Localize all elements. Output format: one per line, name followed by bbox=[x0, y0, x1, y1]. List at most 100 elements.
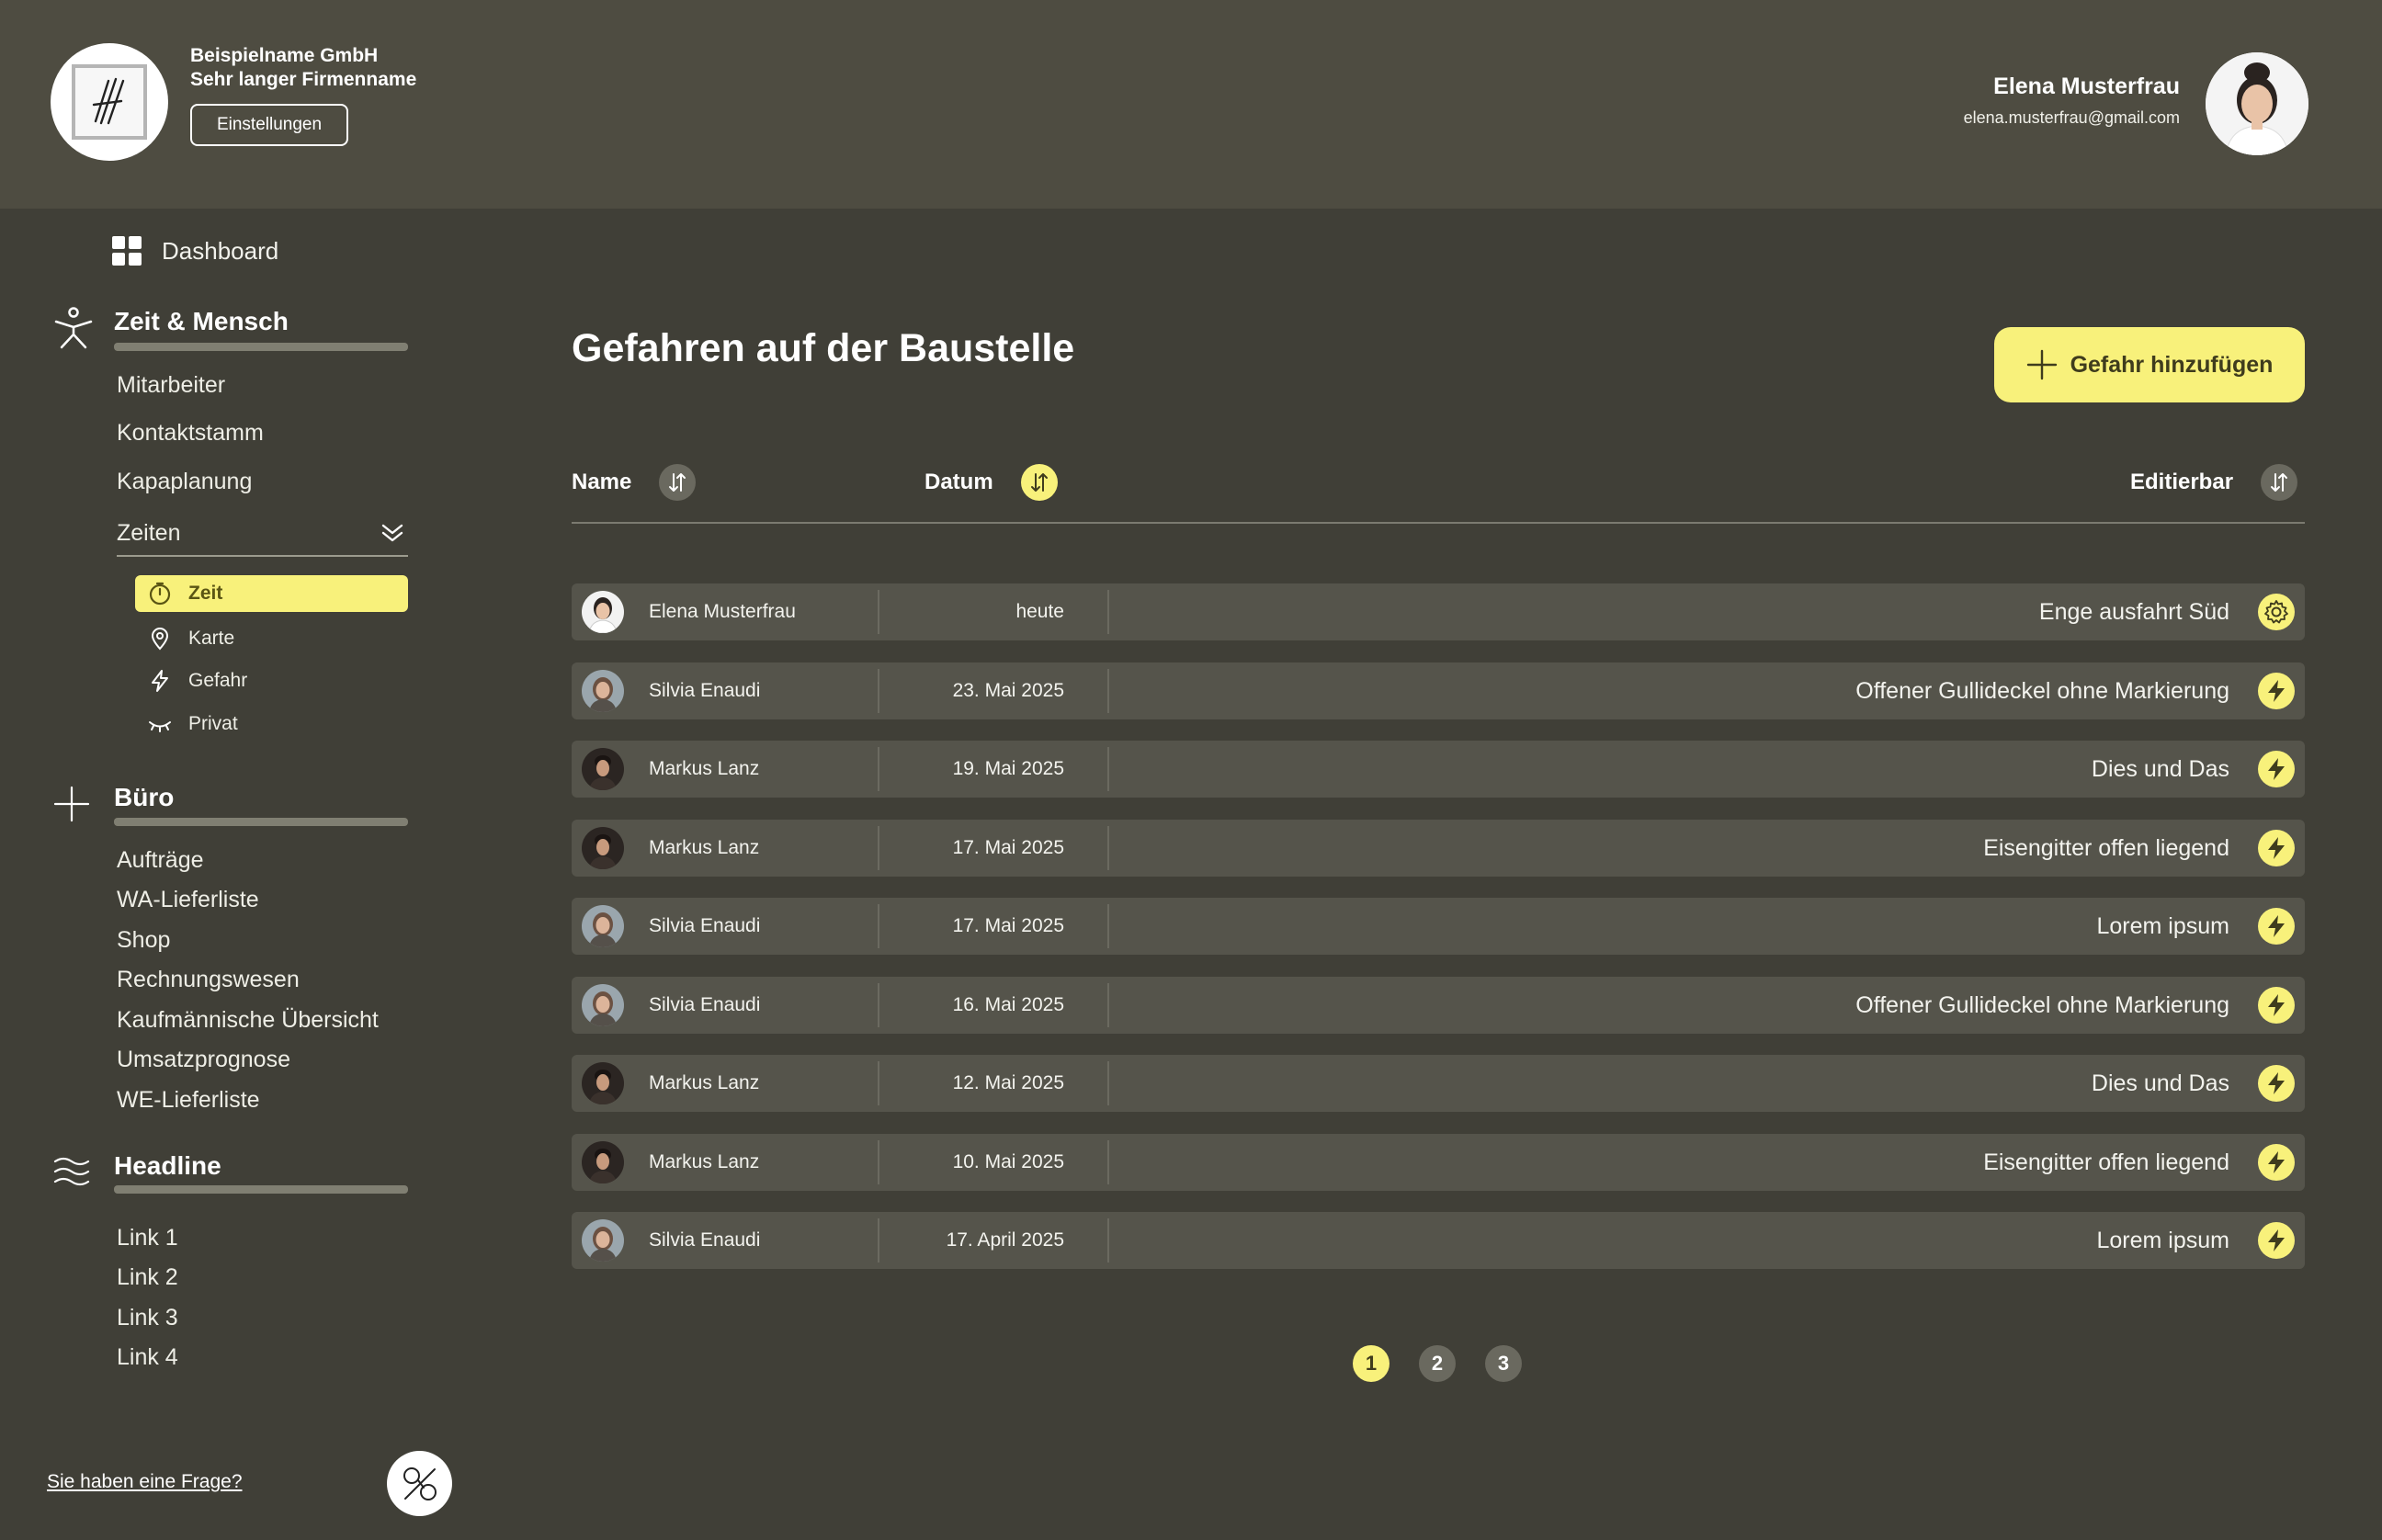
table-row[interactable]: Silvia Enaudi 16. Mai 2025 Offener Gulli… bbox=[572, 977, 2305, 1034]
row-date: 17. Mai 2025 bbox=[952, 837, 1064, 858]
sidebar-item-zeiten[interactable]: Zeiten bbox=[117, 511, 408, 557]
sidebar-subitem-privat[interactable]: Privat bbox=[135, 706, 408, 742]
table-row[interactable]: Markus Lanz 12. Mai 2025 Dies und Das bbox=[572, 1055, 2305, 1112]
sidebar-item-kaufmaennische-uebersicht[interactable]: Kaufmännische Übersicht bbox=[117, 1007, 379, 1034]
row-divider bbox=[1107, 904, 1109, 948]
page-button-2[interactable]: 2 bbox=[1419, 1345, 1456, 1382]
row-hazard-button[interactable] bbox=[2258, 830, 2295, 866]
row-hazard-button[interactable] bbox=[2258, 987, 2295, 1024]
sort-date-button[interactable] bbox=[1020, 464, 1058, 501]
dashboard-grid-icon bbox=[112, 236, 142, 266]
column-date-label: Datum bbox=[924, 470, 993, 494]
company-name-line2: Sehr langer Firmenname bbox=[190, 69, 417, 90]
sidebar-subitem-zeit[interactable]: Zeit bbox=[135, 575, 408, 612]
table-row[interactable]: Silvia Enaudi 17. Mai 2025 Lorem ipsum bbox=[572, 898, 2305, 955]
sidebar-item-umsatzprognose[interactable]: Umsatzprognose bbox=[117, 1047, 290, 1073]
sort-name-button[interactable] bbox=[659, 464, 697, 501]
row-name: Markus Lanz bbox=[649, 1151, 760, 1172]
percent-icon bbox=[403, 1466, 437, 1500]
bolt-icon bbox=[2268, 758, 2285, 780]
row-hazard-button[interactable] bbox=[2258, 1065, 2295, 1102]
avatar-woman-icon bbox=[582, 905, 624, 947]
avatar-man-icon bbox=[582, 827, 624, 869]
row-avatar bbox=[582, 1219, 624, 1262]
row-hazard-button[interactable] bbox=[2258, 751, 2295, 787]
column-header-name: Name bbox=[572, 464, 697, 501]
row-settings-button[interactable] bbox=[2258, 594, 2295, 630]
row-description: Offener Gullideckel ohne Markierung bbox=[1855, 991, 2229, 1018]
sidebar-item-shop[interactable]: Shop bbox=[117, 927, 170, 954]
sidebar-item-we-lieferliste[interactable]: WE-Lieferliste bbox=[117, 1087, 260, 1114]
row-hazard-button[interactable] bbox=[2258, 1222, 2295, 1259]
bolt-icon bbox=[2268, 1151, 2285, 1173]
row-hazard-button[interactable] bbox=[2258, 908, 2295, 945]
row-name: Markus Lanz bbox=[649, 1072, 760, 1093]
sidebar-item-link-2[interactable]: Link 2 bbox=[117, 1264, 178, 1291]
row-divider bbox=[1107, 826, 1109, 870]
chevron-double-down-icon bbox=[381, 524, 403, 542]
closed-eye-icon bbox=[149, 721, 171, 732]
map-pin-icon bbox=[151, 628, 169, 651]
row-divider bbox=[1107, 669, 1109, 713]
sidebar-item-kapaplanung[interactable]: Kapaplanung bbox=[117, 469, 252, 495]
user-avatar[interactable] bbox=[2206, 52, 2308, 155]
table-row[interactable]: Markus Lanz 17. Mai 2025 Eisengitter off… bbox=[572, 820, 2305, 877]
row-hazard-button[interactable] bbox=[2258, 673, 2295, 709]
help-question-link[interactable]: Sie haben eine Frage? bbox=[47, 1471, 243, 1493]
table-header-divider bbox=[572, 522, 2305, 524]
sidebar-item-link-1[interactable]: Link 1 bbox=[117, 1225, 178, 1251]
row-avatar bbox=[582, 905, 624, 947]
page-button-1[interactable]: 1 bbox=[1353, 1345, 1390, 1382]
sidebar-item-mitarbeiter[interactable]: Mitarbeiter bbox=[117, 372, 225, 399]
row-description: Eisengitter offen liegend bbox=[1983, 1149, 2229, 1175]
avatar-woman-icon bbox=[582, 670, 624, 712]
row-date: 12. Mai 2025 bbox=[952, 1072, 1064, 1093]
sidebar-item-kontaktstamm[interactable]: Kontaktstamm bbox=[117, 420, 264, 447]
section-title-buero: Büro bbox=[114, 783, 175, 811]
row-avatar bbox=[582, 748, 624, 790]
page-button-3[interactable]: 3 bbox=[1485, 1345, 1522, 1382]
table-row[interactable]: Elena Musterfrau heute Enge ausfahrt Süd bbox=[572, 583, 2305, 640]
row-hazard-button[interactable] bbox=[2258, 1144, 2295, 1181]
avatar-portrait-icon bbox=[2206, 52, 2308, 155]
avatar-woman-icon bbox=[582, 1219, 624, 1262]
settings-button[interactable]: Einstellungen bbox=[190, 104, 348, 146]
sidebar-subitem-karte[interactable]: Karte bbox=[135, 620, 408, 657]
row-divider bbox=[878, 1218, 879, 1263]
sidebar-subitem-gefahr[interactable]: Gefahr bbox=[135, 662, 408, 699]
row-name: Markus Lanz bbox=[649, 837, 760, 858]
row-description: Lorem ipsum bbox=[2096, 1227, 2230, 1253]
nav-dashboard[interactable]: Dashboard bbox=[112, 236, 278, 266]
sort-arrows-icon bbox=[669, 473, 686, 492]
sidebar-item-link-4[interactable]: Link 4 bbox=[117, 1344, 178, 1371]
column-header-date: Datum bbox=[924, 464, 1058, 501]
sort-editable-button[interactable] bbox=[2261, 464, 2298, 501]
add-hazard-label: Gefahr hinzufügen bbox=[2070, 351, 2274, 378]
company-logo bbox=[51, 43, 168, 161]
row-description: Eisengitter offen liegend bbox=[1983, 834, 2229, 861]
row-avatar bbox=[582, 984, 624, 1026]
row-avatar bbox=[582, 1141, 624, 1183]
bolt-icon bbox=[2268, 915, 2285, 937]
bolt-icon bbox=[2268, 1229, 2285, 1251]
user-name: Elena Musterfrau bbox=[1993, 74, 2180, 99]
plus-icon bbox=[53, 786, 90, 822]
table-row[interactable]: Silvia Enaudi 23. Mai 2025 Offener Gulli… bbox=[572, 662, 2305, 719]
section-divider bbox=[114, 1185, 408, 1194]
add-hazard-button[interactable]: Gefahr hinzufügen bbox=[1994, 327, 2305, 402]
sidebar-item-link-3[interactable]: Link 3 bbox=[117, 1305, 178, 1331]
section-divider bbox=[114, 818, 408, 826]
nav-dashboard-label: Dashboard bbox=[162, 236, 279, 265]
company-name: Beispielname GmbH Sehr langer Firmenname bbox=[190, 44, 416, 92]
sidebar-item-rechnungswesen[interactable]: Rechnungswesen bbox=[117, 967, 300, 993]
column-header-editable: Editierbar bbox=[2130, 464, 2298, 501]
sidebar-subitem-label: Gefahr bbox=[188, 670, 248, 691]
row-divider bbox=[878, 590, 879, 634]
help-button[interactable] bbox=[387, 1451, 452, 1516]
sidebar-item-wa-lieferliste[interactable]: WA-Lieferliste bbox=[117, 887, 259, 913]
table-row[interactable]: Silvia Enaudi 17. April 2025 Lorem ipsum bbox=[572, 1212, 2305, 1269]
row-divider bbox=[1107, 1218, 1109, 1263]
table-row[interactable]: Markus Lanz 19. Mai 2025 Dies und Das bbox=[572, 741, 2305, 798]
table-row[interactable]: Markus Lanz 10. Mai 2025 Eisengitter off… bbox=[572, 1134, 2305, 1191]
sidebar-item-auftraege[interactable]: Aufträge bbox=[117, 847, 204, 874]
